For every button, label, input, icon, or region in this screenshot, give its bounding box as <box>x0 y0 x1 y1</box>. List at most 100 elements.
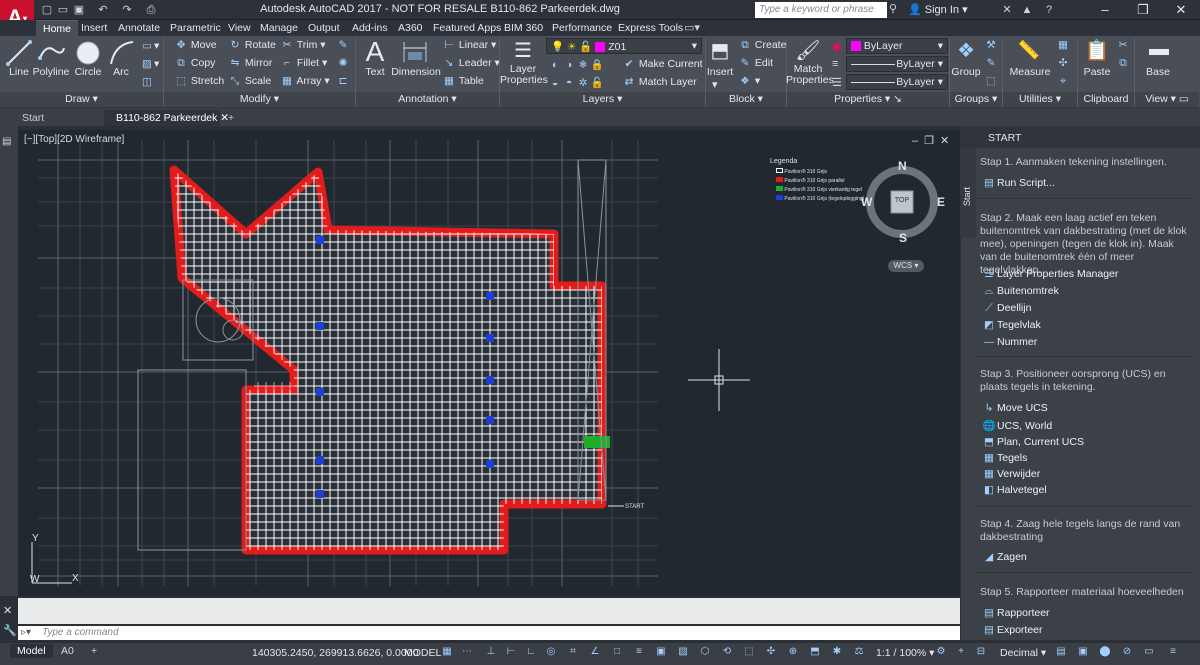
tab-annotate[interactable]: Annotate <box>111 20 167 36</box>
group-icon[interactable]: ❖ <box>953 38 979 63</box>
match-layer-button[interactable]: ⇄ Match Layer <box>622 76 697 88</box>
insert-block-icon[interactable]: ⬒ <box>708 38 732 63</box>
ungroup-button[interactable]: ⚒ <box>984 39 998 51</box>
id-point-button[interactable]: ✣ <box>1056 57 1070 69</box>
insert-dropdown-icon[interactable]: ▾ <box>712 78 718 91</box>
command-input[interactable]: Type a command <box>18 626 960 640</box>
line-button[interactable] <box>4 38 34 68</box>
ribbon-toggle-icon[interactable]: ▭▾ <box>684 21 700 34</box>
help-icon[interactable]: ? <box>1042 3 1056 17</box>
units-icon[interactable]: ⊟ <box>974 646 988 660</box>
tab-home[interactable]: Home <box>36 20 79 36</box>
measure-icon[interactable]: 📏 <box>1014 40 1044 61</box>
nummer-button[interactable]: — Nummer <box>982 336 1038 348</box>
annotation-visibility-icon[interactable]: ⊕ <box>786 646 800 660</box>
rotate-button[interactable]: ↻ Rotate <box>228 39 276 51</box>
coordinate-readout[interactable]: 140305.2450, 269913.6626, 0.0000 <box>252 647 418 659</box>
copy-button[interactable]: ⧉ Copy <box>174 57 215 70</box>
lock-ui-icon[interactable]: ▣ <box>1076 646 1090 660</box>
tab-insert[interactable]: Insert <box>74 20 114 36</box>
annotation-scale-dropdown[interactable]: 1:1 / 100% ▾ <box>876 647 934 659</box>
tab-model[interactable]: Model <box>10 644 53 658</box>
sign-in-button[interactable]: 👤 Sign In ▾ <box>908 3 968 16</box>
new-tab-button[interactable]: + <box>224 110 244 126</box>
model-space-toggle[interactable]: MODEL <box>404 647 441 659</box>
object-snap-tracking-icon[interactable]: ∠ <box>588 646 602 660</box>
viewcube-top-face[interactable]: TOP <box>894 197 910 204</box>
block-panel-title[interactable]: Block ▾ <box>706 92 786 107</box>
wcs-menu[interactable]: WCS ▾ <box>888 260 924 272</box>
clipboard-panel-title[interactable]: Clipboard <box>1078 92 1134 107</box>
compass-west[interactable]: W <box>861 195 872 209</box>
match-properties-icon[interactable]: 🖌 <box>795 38 821 63</box>
exchange-icon[interactable]: ✕ <box>1000 3 1014 17</box>
buitenomtrek-button[interactable]: ⌓ Buitenomtrek <box>982 285 1059 298</box>
gizmo-icon[interactable]: ✣ <box>764 646 778 660</box>
annotation-icon[interactable]: ⚖ <box>852 646 866 660</box>
tab-featured-apps[interactable]: Featured Apps <box>426 20 508 36</box>
lineweight-toggle-icon[interactable]: ≡ <box>632 646 646 660</box>
linear-button[interactable]: ⊢ Linear ▾ <box>442 39 496 51</box>
rectangle-button[interactable]: ▭ ▾ <box>140 40 159 52</box>
annotation-panel-title[interactable]: Annotation ▾ <box>356 92 499 107</box>
layers-panel-title[interactable]: Layers ▾ <box>500 92 705 107</box>
exporteer-button[interactable]: ▤ Exporteer <box>982 624 1043 636</box>
quick-properties-icon[interactable]: ▤ <box>1054 646 1068 660</box>
tab-parametric[interactable]: Parametric <box>163 20 228 36</box>
modify-panel-title[interactable]: Modify ▾ <box>164 92 355 107</box>
redo-icon[interactable]: ↷ <box>120 3 134 17</box>
groups-panel-title[interactable]: Groups ▾ <box>950 92 1002 107</box>
group-selection-button[interactable]: ⬚ <box>984 75 998 87</box>
text-icon[interactable]: A <box>362 36 388 68</box>
compass-south[interactable]: S <box>899 231 907 245</box>
hardware-acceleration-icon[interactable]: ⊘ <box>1120 646 1134 660</box>
open-icon[interactable]: ▭ <box>56 3 70 17</box>
tab-a360[interactable]: A360 <box>391 20 430 36</box>
compass-north[interactable]: N <box>898 159 907 173</box>
ucs-world-button[interactable]: 🌐UCS, World <box>982 419 1052 432</box>
layer-tools-row-2[interactable]: ◒ ◓ ✲ 🔓 <box>548 76 604 89</box>
halvetegel-button[interactable]: ◧ Halvetegel <box>982 484 1047 496</box>
add-layout-button[interactable]: + <box>84 644 104 658</box>
layer-properties-manager-button[interactable]: ☰ Layer Properties Manager <box>982 268 1118 280</box>
selection-filter-icon[interactable]: ⬚ <box>742 646 756 660</box>
view-panel-title[interactable]: View ▾ ▭ <box>1135 92 1199 107</box>
dimension-button[interactable] <box>400 38 430 66</box>
tab-start[interactable]: Start <box>10 110 100 126</box>
workspace-gear-icon[interactable]: ⚙ <box>934 646 948 660</box>
selection-cycling-icon[interactable]: ▨ <box>676 646 690 660</box>
erase-button[interactable]: ✎ <box>336 39 350 51</box>
polyline-button[interactable] <box>36 38 66 68</box>
run-script-button[interactable]: ▤ Run Script... <box>982 177 1055 189</box>
paste-icon[interactable]: 📋 <box>1084 38 1110 63</box>
group-edit-button[interactable]: ✎ <box>984 57 998 69</box>
new-icon[interactable]: ▢ <box>40 3 54 17</box>
maximize-button[interactable]: ❐ <box>1124 0 1162 20</box>
lineweight-dropdown[interactable]: ByLayer ▾ <box>846 74 948 90</box>
undo-icon[interactable]: ↶ <box>96 3 110 17</box>
plan-current-ucs-button[interactable]: ⬒ Plan, Current UCS <box>982 436 1084 448</box>
make-current-button[interactable]: ✔ Make Current <box>622 58 703 70</box>
copy-clip-button[interactable]: ⧉ <box>1116 57 1130 70</box>
mirror-button[interactable]: ⇋ Mirror <box>228 57 273 69</box>
transparency-icon[interactable]: ▣ <box>654 646 668 660</box>
viewport-controls-label[interactable]: [−][Top][2D Wireframe] <box>24 134 124 145</box>
utilities-panel-title[interactable]: Utilities ▾ <box>1003 92 1077 107</box>
layer-dropdown[interactable]: 💡 ☀ 🔓 Z01 ▾ <box>546 38 702 54</box>
tab-document[interactable]: B110-862 Parkeerdek ✕ <box>104 110 229 126</box>
explode-button[interactable]: ✺ <box>336 57 350 69</box>
tab-output[interactable]: Output <box>301 20 347 36</box>
customize-command-icon[interactable]: 🔧 <box>3 624 17 637</box>
stretch-button[interactable]: ⬚ Stretch <box>174 75 224 87</box>
isodraft-icon[interactable]: ⌗ <box>566 646 580 660</box>
palette-side-tab[interactable]: Start <box>960 148 976 238</box>
dynamic-ucs-icon[interactable]: ⟲ <box>720 646 734 660</box>
3d-osnap-icon[interactable]: ⬡ <box>698 646 712 660</box>
minimize-button[interactable]: – <box>1086 0 1124 20</box>
verwijder-button[interactable]: ▦ Verwijder <box>982 468 1040 480</box>
dynamic-input-icon[interactable]: ⊢ <box>504 646 518 660</box>
autoscale-icon[interactable]: ⬒ <box>808 646 822 660</box>
tab-layout-a0[interactable]: A0 <box>54 644 81 658</box>
circle-button[interactable] <box>73 38 103 68</box>
customization-icon[interactable]: ≡ <box>1166 646 1180 660</box>
